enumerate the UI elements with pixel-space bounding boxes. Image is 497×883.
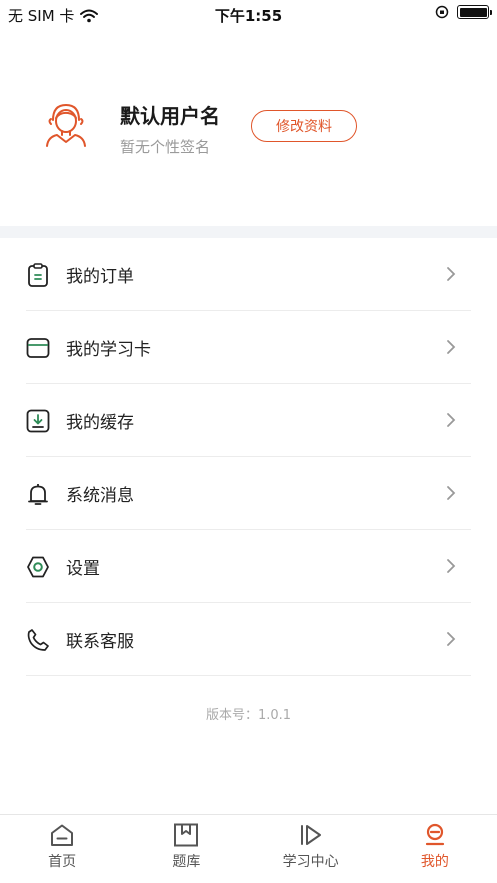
version-text: 版本号：1.0.1 bbox=[205, 708, 292, 723]
chevron-right-icon bbox=[447, 486, 456, 500]
home-icon bbox=[51, 824, 74, 846]
menu-label: 联系客服 bbox=[66, 632, 134, 652]
menu-list: 我的订单 我的学习卡 我的缓存 系统消息 设置 联系客服 bbox=[0, 238, 497, 676]
menu-label: 设置 bbox=[66, 559, 100, 579]
profile-icon bbox=[425, 823, 444, 846]
tab-home[interactable]: 首页 bbox=[0, 815, 124, 883]
bottom-tab-bar: 首页 题库 学习中心 我的 bbox=[0, 814, 497, 883]
tab-question-bank[interactable]: 题库 bbox=[124, 815, 248, 883]
tab-label: 首页 bbox=[48, 854, 77, 870]
chevron-right-icon bbox=[447, 267, 456, 281]
study-card-icon bbox=[26, 336, 50, 360]
play-icon bbox=[300, 825, 321, 845]
chevron-right-icon bbox=[447, 632, 456, 646]
menu-item-customer-service[interactable]: 联系客服 bbox=[0, 603, 497, 676]
menu-label: 我的学习卡 bbox=[66, 340, 151, 360]
phone-icon bbox=[26, 628, 50, 652]
status-right bbox=[435, 5, 492, 19]
username: 默认用户名 bbox=[120, 104, 220, 128]
status-time: 下午1:55 bbox=[214, 7, 283, 25]
download-cache-icon bbox=[26, 409, 50, 433]
menu-item-orders[interactable]: 我的订单 bbox=[0, 238, 497, 311]
tab-label: 我的 bbox=[420, 854, 449, 870]
order-clipboard-icon bbox=[26, 262, 50, 287]
menu-item-messages[interactable]: 系统消息 bbox=[0, 457, 497, 530]
tab-label: 题库 bbox=[172, 854, 201, 870]
menu-item-cache[interactable]: 我的缓存 bbox=[0, 384, 497, 457]
menu-label: 我的订单 bbox=[66, 267, 134, 287]
menu-item-settings[interactable]: 设置 bbox=[0, 530, 497, 603]
menu-label: 我的缓存 bbox=[66, 413, 134, 433]
battery-icon bbox=[457, 5, 492, 19]
tab-label: 学习中心 bbox=[282, 854, 339, 870]
chevron-right-icon bbox=[447, 413, 456, 427]
tab-mine[interactable]: 我的 bbox=[373, 815, 497, 883]
avatar-icon[interactable] bbox=[44, 100, 88, 148]
bookmark-box-icon bbox=[174, 823, 199, 847]
bell-icon bbox=[26, 482, 50, 506]
tab-learning-center[interactable]: 学习中心 bbox=[249, 815, 373, 883]
menu-label: 系统消息 bbox=[66, 486, 134, 506]
signature: 暂无个性签名 bbox=[120, 138, 211, 156]
chevron-right-icon bbox=[447, 340, 456, 354]
menu-item-study-card[interactable]: 我的学习卡 bbox=[0, 311, 497, 384]
orientation-lock-icon bbox=[435, 5, 449, 19]
settings-hexagon-icon bbox=[26, 555, 50, 579]
chevron-right-icon bbox=[447, 559, 456, 573]
profile-header: 默认用户名 暂无个性签名 修改资料 bbox=[0, 30, 497, 226]
status-bar: 无 SIM 卡 下午1:55 bbox=[0, 0, 497, 30]
section-divider bbox=[0, 226, 497, 238]
edit-profile-button[interactable]: 修改资料 bbox=[251, 110, 357, 142]
